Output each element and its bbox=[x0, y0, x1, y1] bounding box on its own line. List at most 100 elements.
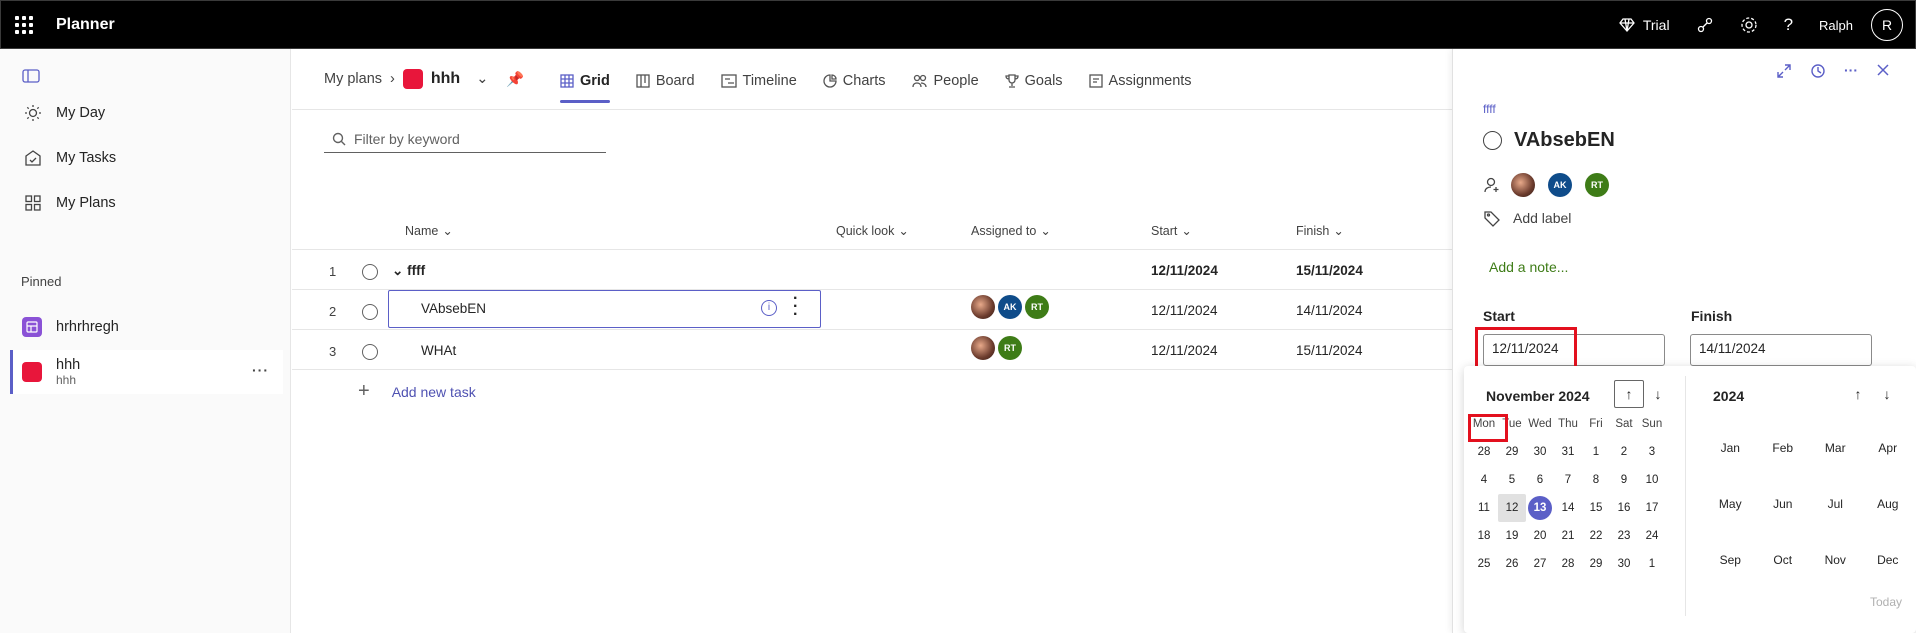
app-launcher-icon[interactable] bbox=[15, 16, 35, 34]
plan-title[interactable]: hhh bbox=[431, 70, 460, 88]
calendar-day[interactable]: 16 bbox=[1610, 494, 1638, 522]
chevron-down-icon[interactable]: ⌄ bbox=[476, 71, 488, 87]
column-header-quick-look[interactable]: Quick look ⌄ bbox=[836, 223, 909, 239]
calendar-day[interactable]: 4 bbox=[1470, 466, 1498, 494]
calendar-month-title[interactable]: November 2024 bbox=[1486, 388, 1590, 404]
calendar-day[interactable]: 11 bbox=[1470, 494, 1498, 522]
tab-goals[interactable]: Goals bbox=[1005, 67, 1063, 95]
sidebar-item-my-tasks[interactable]: My Tasks bbox=[24, 149, 116, 167]
next-year-arrow-down-icon[interactable]: ↓ bbox=[1872, 380, 1902, 408]
calendar-day[interactable]: 21 bbox=[1554, 522, 1582, 550]
calendar-day[interactable]: 31 bbox=[1554, 438, 1582, 466]
pinned-plan-hrhrhregh[interactable]: hrhrhregh bbox=[10, 305, 283, 349]
complete-task-checkbox[interactable] bbox=[362, 264, 378, 280]
finish-date-input[interactable]: 14/11/2024 bbox=[1690, 334, 1872, 366]
settings-gear-icon[interactable] bbox=[1740, 16, 1758, 34]
calendar-month[interactable]: Jun bbox=[1757, 497, 1810, 511]
user-avatar[interactable]: R bbox=[1871, 9, 1903, 41]
previous-year-arrow-up-icon[interactable]: ↑ bbox=[1843, 380, 1873, 408]
add-person-icon[interactable] bbox=[1483, 176, 1501, 194]
calendar-day[interactable]: 2 bbox=[1610, 438, 1638, 466]
calendar-month[interactable]: Dec bbox=[1862, 553, 1915, 567]
tab-assignments[interactable]: Assignments bbox=[1088, 67, 1192, 95]
calendar-month[interactable]: Sep bbox=[1704, 553, 1757, 567]
add-label-button[interactable]: Add label bbox=[1483, 209, 1571, 227]
collapse-sidebar-icon[interactable] bbox=[22, 69, 40, 86]
tab-charts[interactable]: Charts bbox=[823, 67, 886, 95]
calendar-day[interactable]: 29 bbox=[1582, 550, 1610, 578]
calendar-day[interactable]: 29 bbox=[1498, 438, 1526, 466]
breadcrumb-my-plans[interactable]: My plans bbox=[324, 71, 382, 87]
calendar-day[interactable]: 12 bbox=[1498, 494, 1526, 522]
calendar-day[interactable]: 1 bbox=[1582, 438, 1610, 466]
calendar-day[interactable]: 27 bbox=[1526, 550, 1554, 578]
calendar-day[interactable]: 5 bbox=[1498, 466, 1526, 494]
calendar-day[interactable]: 30 bbox=[1526, 438, 1554, 466]
calendar-month[interactable]: Apr bbox=[1862, 441, 1915, 455]
calendar-month[interactable]: Nov bbox=[1809, 553, 1862, 567]
column-header-start[interactable]: Start ⌄ bbox=[1151, 223, 1192, 239]
column-header-name[interactable]: Name ⌄ bbox=[405, 223, 453, 239]
add-new-task-button[interactable]: + Add new task bbox=[358, 380, 476, 403]
calendar-day[interactable]: 3 bbox=[1638, 438, 1666, 466]
calendar-day[interactable]: 1 bbox=[1638, 550, 1666, 578]
bucket-name[interactable]: ffff bbox=[1483, 102, 1496, 116]
task-name-cell[interactable]: WHAt bbox=[421, 343, 456, 358]
complete-task-checkbox[interactable] bbox=[1483, 131, 1502, 150]
assignees-row[interactable]: AK RT bbox=[1483, 173, 1612, 197]
calendar-day[interactable]: 24 bbox=[1638, 522, 1666, 550]
calendar-day[interactable]: 19 bbox=[1498, 522, 1526, 550]
calendar-day[interactable]: 20 bbox=[1526, 522, 1554, 550]
calendar-day[interactable]: 7 bbox=[1554, 466, 1582, 494]
calendar-day[interactable]: 14 bbox=[1554, 494, 1582, 522]
tab-board[interactable]: Board bbox=[636, 67, 695, 95]
sidebar-item-my-day[interactable]: My Day bbox=[24, 104, 105, 122]
tab-timeline[interactable]: Timeline bbox=[720, 67, 797, 95]
calendar-day[interactable]: 13 bbox=[1526, 494, 1554, 522]
pin-icon[interactable]: 📌 bbox=[506, 71, 524, 88]
assignees[interactable]: AK RT bbox=[971, 295, 1052, 319]
filter-input[interactable]: Filter by keyword bbox=[324, 125, 606, 153]
calendar-month[interactable]: Jul bbox=[1809, 497, 1862, 511]
calendar-month[interactable]: Mar bbox=[1809, 441, 1862, 455]
info-icon[interactable]: i bbox=[761, 300, 777, 316]
calendar-day[interactable]: 9 bbox=[1610, 466, 1638, 494]
calendar-day[interactable]: 10 bbox=[1638, 466, 1666, 494]
calendar-day[interactable]: 26 bbox=[1498, 550, 1526, 578]
calendar-day[interactable]: 17 bbox=[1638, 494, 1666, 522]
assignees[interactable]: RT bbox=[971, 336, 1025, 360]
tab-grid[interactable]: Grid bbox=[560, 67, 610, 103]
expand-icon[interactable] bbox=[1776, 63, 1792, 79]
more-vertical-icon[interactable]: · · · bbox=[793, 291, 798, 323]
calendar-month[interactable]: Jan bbox=[1704, 441, 1757, 455]
column-header-assigned[interactable]: Assigned to ⌄ bbox=[971, 223, 1051, 239]
next-month-arrow-down-icon[interactable]: ↓ bbox=[1643, 380, 1673, 408]
complete-task-checkbox[interactable] bbox=[362, 344, 378, 360]
complete-task-checkbox[interactable] bbox=[362, 304, 378, 320]
calendar-day[interactable]: 6 bbox=[1526, 466, 1554, 494]
calendar-day[interactable]: 18 bbox=[1470, 522, 1498, 550]
calendar-day[interactable]: 28 bbox=[1470, 438, 1498, 466]
calendar-month[interactable]: May bbox=[1704, 497, 1757, 511]
add-note-button[interactable]: Add a note... bbox=[1489, 259, 1568, 275]
close-icon[interactable] bbox=[1876, 63, 1890, 77]
calendar-day[interactable]: 25 bbox=[1470, 550, 1498, 578]
calendar-month[interactable]: Feb bbox=[1757, 441, 1810, 455]
more-options-icon[interactable]: ··· bbox=[252, 362, 269, 378]
previous-month-arrow-up-icon[interactable]: ↑ bbox=[1614, 380, 1644, 408]
more-options-icon[interactable]: ··· bbox=[1844, 63, 1858, 79]
calendar-day[interactable]: 23 bbox=[1610, 522, 1638, 550]
calendar-month[interactable]: Aug bbox=[1862, 497, 1915, 511]
calendar-day[interactable]: 30 bbox=[1610, 550, 1638, 578]
calendar-day[interactable]: 22 bbox=[1582, 522, 1610, 550]
help-icon[interactable]: ? bbox=[1784, 15, 1793, 35]
calendar-day[interactable]: 15 bbox=[1582, 494, 1610, 522]
bucket-row[interactable]: ⌄ ffff bbox=[392, 263, 425, 279]
trial-button[interactable]: Trial bbox=[1619, 17, 1670, 33]
share-icon[interactable] bbox=[1696, 16, 1714, 34]
pinned-plan-hhh[interactable]: hhh hhh ··· bbox=[10, 350, 283, 394]
go-to-today-link[interactable]: Today bbox=[1870, 595, 1902, 609]
column-header-finish[interactable]: Finish ⌄ bbox=[1296, 223, 1344, 239]
calendar-year-title[interactable]: 2024 bbox=[1713, 388, 1744, 404]
task-name-cell[interactable]: VAbsebEN i · · · bbox=[388, 290, 821, 328]
